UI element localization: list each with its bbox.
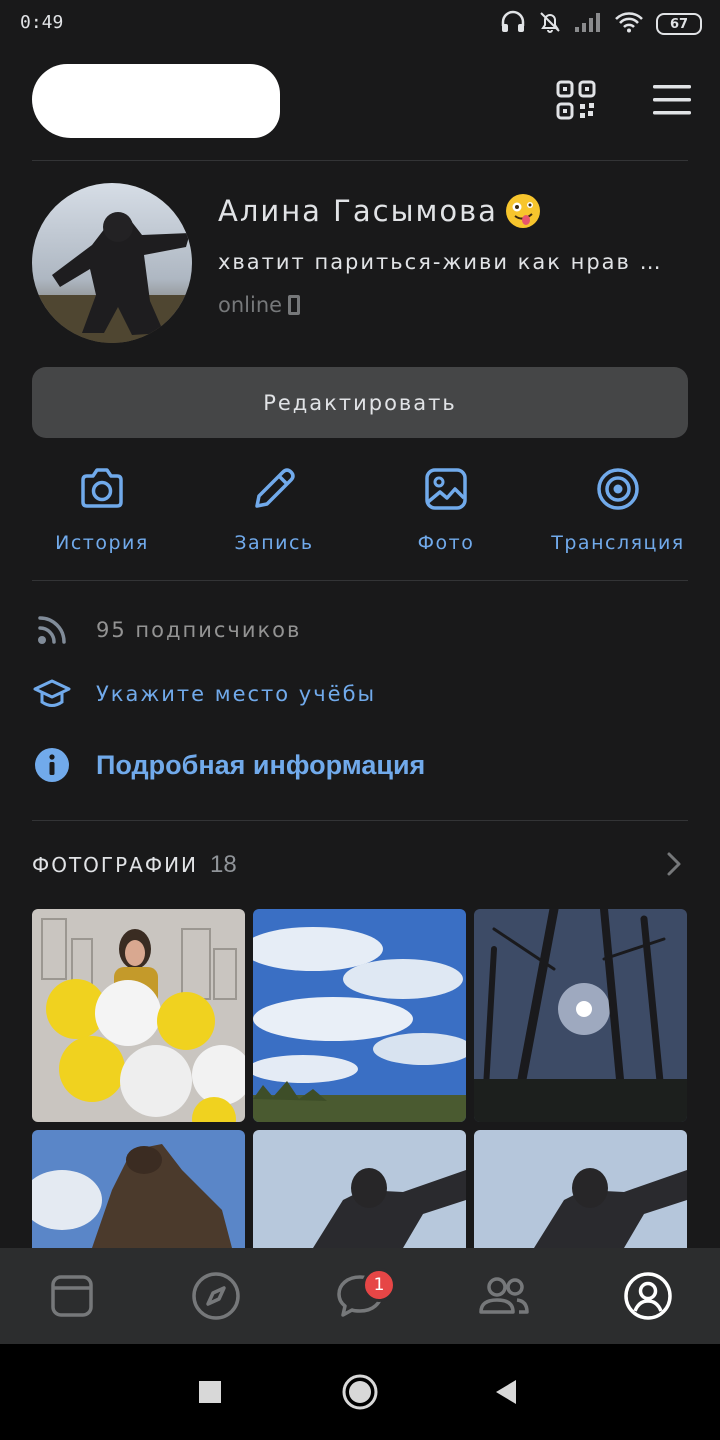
battery-indicator: 67 [656,13,702,35]
recent-apps-button[interactable] [190,1372,230,1412]
broadcast-icon [597,468,639,510]
photo-thumbnail[interactable] [474,909,687,1122]
redacted-username [32,64,280,138]
image-icon [425,468,467,510]
photo-thumbnail[interactable] [474,1130,687,1248]
circle-home-icon [342,1374,378,1410]
rss-icon [32,610,72,650]
status-time: 0:49 [20,12,64,33]
graduation-cap-icon [32,674,72,714]
quick-actions: История Запись Фото Трансляция [0,462,720,562]
tab-news[interactable] [0,1248,144,1344]
qr-code-button[interactable] [554,78,598,122]
bottom-tab-bar: 1 [0,1248,720,1344]
divider [32,820,688,821]
details-row[interactable]: Подробная информация [32,745,688,785]
photos-section-header[interactable]: Фотографии 18 [32,847,688,883]
system-navigation-bar [0,1344,720,1440]
photos-count: 18 [210,851,237,878]
online-indicator: online [218,293,301,317]
followers-count: 95 подписчиков [96,618,302,642]
camera-icon [81,468,123,508]
profile-icon [624,1272,672,1320]
qr-code-icon [556,80,596,120]
pencil-icon [255,468,295,508]
mobile-phone-icon [288,295,301,315]
avatar[interactable] [32,183,192,343]
photo-thumbnail[interactable] [32,1130,245,1248]
zany-face-emoji-icon [505,194,540,228]
action-label: История [55,532,149,554]
photos-title: Фотографии [32,853,198,877]
action-post[interactable]: Запись [188,462,360,562]
photo-thumbnail[interactable] [253,1130,466,1248]
status-bar: 0:49 67 [0,0,720,50]
info-icon [32,745,72,785]
profile-name-text: Алина Гасымова [218,194,498,228]
action-story[interactable]: История [16,462,188,562]
tab-profile[interactable] [576,1248,720,1344]
discover-icon [192,1272,240,1320]
action-photo[interactable]: Фото [360,462,532,562]
divider [32,160,688,161]
menu-button[interactable] [650,78,694,122]
tab-messages[interactable]: 1 [288,1248,432,1344]
photo-thumbnail[interactable] [32,909,245,1122]
profile-name: Алина Гасымова [218,194,540,228]
details-link: Подробная информация [96,749,426,780]
square-icon [199,1381,221,1403]
home-button[interactable] [340,1372,380,1412]
back-triangle-icon [496,1380,516,1404]
profile-status: хватит париться-живи как нрав … [218,250,663,274]
edit-profile-button[interactable]: Редактировать [32,367,688,438]
education-link: Укажите место учёбы [96,682,377,706]
action-label: Фото [417,532,475,554]
divider [32,580,688,581]
photo-thumbnail[interactable] [253,909,466,1122]
hamburger-menu-icon [653,85,691,115]
profile-header [32,56,691,160]
headphones-icon [500,10,526,38]
signal-icon [574,11,602,37]
action-label: Запись [234,532,314,554]
chevron-right-icon [666,851,682,881]
news-icon [51,1275,93,1317]
online-text: online [218,293,283,317]
friends-icon [479,1277,529,1314]
action-label: Трансляция [551,532,685,554]
muted-bell-icon [538,10,562,38]
education-row[interactable]: Укажите место учёбы [32,674,688,714]
wifi-icon [614,11,644,37]
action-broadcast[interactable]: Трансляция [532,462,704,562]
tab-friends[interactable] [432,1248,576,1344]
tab-discover[interactable] [144,1248,288,1344]
back-button[interactable] [486,1372,526,1412]
status-icons: 67 [500,10,702,38]
followers-row[interactable]: 95 подписчиков [32,610,688,650]
messages-badge: 1 [362,1268,396,1302]
